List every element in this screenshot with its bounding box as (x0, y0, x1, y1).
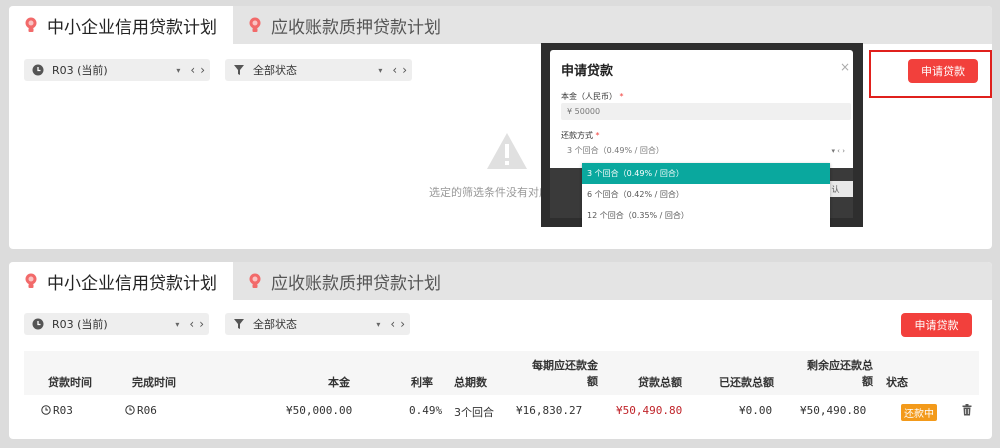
cell-loan-total: ¥50,490.80 (616, 404, 683, 417)
tab-credit-loan[interactable]: 中小企业信用贷款计划 (9, 6, 233, 44)
tab-bar: 中小企业信用贷款计划 应收账款质押贷款计划 (9, 6, 992, 44)
clock-icon (32, 318, 44, 330)
prev-status-button[interactable]: ‹ (390, 317, 395, 331)
tab-credit-loan[interactable]: 中小企业信用贷款计划 (9, 262, 233, 300)
tab-credit-loan-label: 中小企业信用贷款计划 (47, 17, 217, 38)
loan-panel-bottom: 中小企业信用贷款计划 应收账款质押贷款计划 R03 (当前) ▾ ‹ › 全部状… (9, 262, 992, 439)
bulb-icon (25, 17, 37, 32)
prev-status-button[interactable]: ‹ (392, 63, 397, 77)
tab-bar: 中小企业信用贷款计划 应收账款质押贷款计划 (9, 262, 992, 300)
col-status: 状态 (886, 376, 908, 389)
modal-title: 申请贷款 (561, 64, 614, 79)
cell-loan-time: R03 (41, 404, 73, 417)
cell-finish-time: R06 (125, 404, 157, 417)
highlight-annotation (869, 50, 992, 98)
col-rate: 利率 (411, 376, 433, 389)
next-status-button[interactable]: › (400, 317, 405, 331)
apply-loan-button[interactable]: 申请贷款 (901, 313, 972, 337)
repayment-select-value: 3 个回合（0.49% / 回合） (567, 146, 664, 155)
dropdown-option[interactable]: 12 个回合（0.35% / 回合） (582, 205, 830, 226)
status-select-value: 全部状态 (253, 64, 297, 77)
chevron-down-icon: ▾ ‹ › (831, 146, 845, 155)
tab-receivable-loan[interactable]: 应收账款质押贷款计划 (233, 6, 457, 44)
loan-table-header: 贷款时间 完成时间 本金 利率 总期数 每期应还款金 额 贷款总额 已还款总额 … (24, 351, 979, 395)
tab-receivable-loan[interactable]: 应收账款质押贷款计划 (233, 262, 457, 300)
round-select[interactable]: R03 (当前) ▾ ‹ › (24, 313, 209, 335)
round-select-value: R03 (当前) (52, 318, 108, 331)
empty-state-message: 选定的筛选条件没有对应 (429, 186, 550, 199)
next-round-button[interactable]: › (199, 317, 204, 331)
repayment-select[interactable]: 3 个回合（0.49% / 回合） ▾ ‹ › (561, 142, 851, 159)
chevron-down-icon: ▾ (176, 65, 181, 75)
status-select-value: 全部状态 (253, 318, 297, 331)
prev-round-button[interactable]: ‹ (190, 63, 195, 77)
col-loan-total: 贷款总额 (638, 376, 682, 389)
filter-icon (234, 319, 244, 329)
dropdown-option[interactable]: 3 个回合（0.49% / 回合） (582, 163, 830, 184)
cell-periods: 3个回合 (454, 406, 494, 419)
cell-repaid-total: ¥0.00 (739, 404, 773, 417)
clock-icon (41, 405, 51, 415)
apply-loan-modal: 申请贷款 × 本金（人民币） * ¥ 50000 还款方式 * 3 个回合（0.… (550, 50, 853, 227)
bulb-icon (249, 273, 261, 288)
next-status-button[interactable]: › (402, 63, 407, 77)
principal-label: 本金（人民币） * (561, 92, 624, 101)
chevron-down-icon: ▾ (376, 319, 381, 329)
status-badge: 还款中 (901, 404, 937, 421)
chevron-down-icon: ▾ (378, 65, 383, 75)
cell-principal: ¥50,000.00 (286, 404, 353, 417)
bulb-icon (249, 17, 261, 32)
next-round-button[interactable]: › (200, 63, 205, 77)
round-select[interactable]: R03 (当前) ▾ ‹ › (24, 59, 210, 81)
col-repaid-total: 已还款总额 (719, 376, 774, 389)
dropdown-option[interactable]: 6 个回合（0.42% / 回合） (582, 184, 830, 205)
clock-icon (125, 405, 135, 415)
chevron-down-icon: ▾ (175, 319, 180, 329)
status-select[interactable]: 全部状态 ▾ ‹ › (225, 59, 412, 81)
col-remaining: 剩余应还款总 额 (807, 359, 873, 388)
warning-icon (487, 133, 527, 169)
col-finish-time: 完成时间 (132, 376, 176, 389)
cell-remaining: ¥50,490.80 (800, 404, 867, 417)
clock-icon (32, 64, 44, 76)
cell-per-period: ¥16,830.27 (516, 404, 583, 417)
col-loan-time: 贷款时间 (48, 376, 92, 389)
table-row: R03 R06 ¥50,000.00 0.49% 3个回合 ¥16,830.27… (24, 395, 979, 425)
repayment-dropdown: 3 个回合（0.49% / 回合） 6 个回合（0.42% / 回合） 12 个… (582, 163, 830, 227)
prev-round-button[interactable]: ‹ (189, 317, 194, 331)
tab-receivable-loan-label: 应收账款质押贷款计划 (271, 17, 441, 38)
apply-loan-modal-overlay: 申请贷款 × 本金（人民币） * ¥ 50000 还款方式 * 3 个回合（0.… (541, 43, 863, 227)
tab-credit-loan-label: 中小企业信用贷款计划 (47, 273, 217, 294)
trash-icon[interactable] (962, 404, 972, 416)
cell-rate: 0.49% (409, 404, 443, 417)
col-principal: 本金 (328, 376, 350, 389)
filter-icon (234, 65, 244, 75)
status-select[interactable]: 全部状态 ▾ ‹ › (225, 313, 410, 335)
principal-input[interactable]: ¥ 50000 (561, 103, 851, 120)
col-periods: 总期数 (454, 376, 487, 389)
col-per-period: 每期应还款金 额 (532, 359, 598, 388)
round-select-value: R03 (当前) (52, 64, 108, 77)
close-icon[interactable]: × (840, 60, 850, 74)
bulb-icon (25, 273, 37, 288)
tab-receivable-loan-label: 应收账款质押贷款计划 (271, 273, 441, 294)
repayment-label: 还款方式 * (561, 131, 600, 140)
